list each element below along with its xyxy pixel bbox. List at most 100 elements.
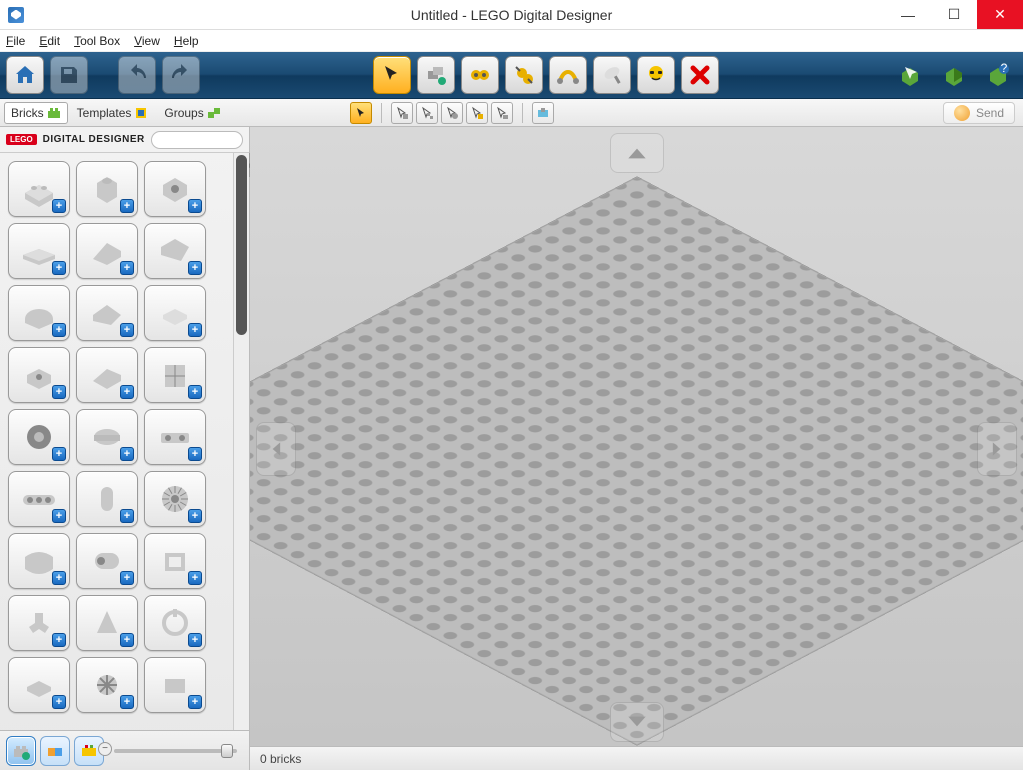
home-button[interactable] xyxy=(6,56,44,94)
slider-knob[interactable] xyxy=(221,744,233,758)
brick-category-minifig-parts[interactable]: + xyxy=(8,595,70,651)
template-icon xyxy=(134,106,148,120)
save-button[interactable] xyxy=(50,56,88,94)
zoom-out-icon[interactable]: − xyxy=(98,742,112,756)
clone-tool-button[interactable] xyxy=(417,56,455,94)
brick-category-wedges[interactable]: + xyxy=(76,285,138,341)
expand-icon: + xyxy=(52,447,66,461)
expand-icon: + xyxy=(188,261,202,275)
palette-tab-templates[interactable]: Templates xyxy=(70,102,156,124)
brick-category-axles[interactable]: + xyxy=(76,595,138,651)
expand-icon: + xyxy=(188,695,202,709)
window-minimize-button[interactable]: — xyxy=(885,0,931,29)
palette-zoom-slider[interactable]: − xyxy=(114,749,237,753)
menu-view[interactable]: View xyxy=(134,34,160,48)
expand-icon: + xyxy=(120,571,134,585)
menu-edit[interactable]: Edit xyxy=(39,34,60,48)
hide-tool-button[interactable] xyxy=(637,56,675,94)
brick-icon xyxy=(47,106,61,120)
brick-category-tiles[interactable]: + xyxy=(144,285,206,341)
redo-button[interactable] xyxy=(162,56,200,94)
subtool-select-shape[interactable] xyxy=(491,102,513,124)
divider xyxy=(522,103,523,123)
brick-category-grid: +++++++++++++++++++++++++++ xyxy=(0,153,249,721)
baseplate[interactable] xyxy=(250,177,1023,747)
brick-category-arches[interactable]: + xyxy=(8,285,70,341)
menu-bar: File Edit Tool Box View Help xyxy=(0,30,1023,52)
palette-scrollbar[interactable] xyxy=(233,153,249,730)
subtool-pointer[interactable] xyxy=(350,102,372,124)
brick-category-clips[interactable]: + xyxy=(76,347,138,403)
subtool-select-multi[interactable] xyxy=(416,102,438,124)
send-button[interactable]: Send xyxy=(943,102,1015,124)
expand-icon: + xyxy=(188,571,202,585)
expand-icon: + xyxy=(52,509,66,523)
expand-icon: + xyxy=(120,509,134,523)
brick-category-hinges[interactable]: + xyxy=(8,347,70,403)
brick-category-windows[interactable]: + xyxy=(144,533,206,589)
undo-button[interactable] xyxy=(118,56,156,94)
palette-tab-bricks[interactable]: Bricks xyxy=(4,102,68,124)
subtool-select-color[interactable] xyxy=(466,102,488,124)
window-maximize-button[interactable]: ☐ xyxy=(931,0,977,29)
expand-icon: + xyxy=(52,571,66,585)
palette-tab-groups[interactable]: Groups xyxy=(157,102,227,124)
window-titlebar: Untitled - LEGO Digital Designer — ☐ ✕ xyxy=(0,0,1023,30)
brick-category-bricks-technic-holes[interactable]: + xyxy=(144,161,206,217)
expand-icon: + xyxy=(120,447,134,461)
brick-category-bricks-basic[interactable]: + xyxy=(8,161,70,217)
send-label: Send xyxy=(976,106,1004,120)
brick-category-slopes[interactable]: + xyxy=(76,223,138,279)
brick-category-decorative[interactable]: + xyxy=(144,595,206,651)
expand-icon: + xyxy=(120,261,134,275)
palette-filter-bricks[interactable] xyxy=(6,736,36,766)
mode-guide-button[interactable]: ? xyxy=(979,56,1017,94)
subtool-select-single[interactable] xyxy=(391,102,413,124)
build-viewport[interactable]: 0 bricks xyxy=(250,127,1023,770)
expand-icon: + xyxy=(52,323,66,337)
select-tool-button[interactable] xyxy=(373,56,411,94)
brick-category-bricks-round[interactable]: + xyxy=(76,161,138,217)
brick-category-wheels[interactable]: + xyxy=(8,409,70,465)
palette-search-input[interactable] xyxy=(151,131,243,149)
orbit-right-button[interactable] xyxy=(977,422,1017,476)
brick-category-plates-basic[interactable]: + xyxy=(8,223,70,279)
expand-icon: + xyxy=(120,199,134,213)
brick-category-misc-2[interactable]: + xyxy=(76,657,138,713)
menu-help[interactable]: Help xyxy=(174,34,199,48)
expand-icon: + xyxy=(120,323,134,337)
menu-file[interactable]: File xyxy=(6,34,25,48)
app-icon xyxy=(8,7,24,23)
paint-tool-button[interactable] xyxy=(593,56,631,94)
brick-category-panels-doors[interactable]: + xyxy=(144,347,206,403)
orbit-up-button[interactable] xyxy=(610,133,664,173)
brick-category-technic-pins[interactable]: + xyxy=(76,471,138,527)
brick-category-misc-1[interactable]: + xyxy=(8,657,70,713)
subtool-select-connected[interactable] xyxy=(441,102,463,124)
orbit-left-button[interactable] xyxy=(256,422,296,476)
main-toolbar: ? xyxy=(0,52,1023,99)
hinge-align-tool-button[interactable] xyxy=(505,56,543,94)
menu-toolbox[interactable]: Tool Box xyxy=(74,34,120,48)
brick-category-gears[interactable]: + xyxy=(144,471,206,527)
brick-category-cylinders[interactable]: + xyxy=(76,409,138,465)
mode-view-button[interactable] xyxy=(935,56,973,94)
expand-icon: + xyxy=(52,633,66,647)
brick-category-technic-beams[interactable]: + xyxy=(8,471,70,527)
scrollbar-thumb[interactable] xyxy=(236,155,247,335)
brick-category-tubes[interactable]: + xyxy=(76,533,138,589)
brick-category-curved[interactable]: + xyxy=(8,533,70,589)
orbit-down-button[interactable] xyxy=(610,702,664,742)
window-close-button[interactable]: ✕ xyxy=(977,0,1023,29)
brick-category-misc-3[interactable]: + xyxy=(144,657,206,713)
flex-tool-button[interactable] xyxy=(549,56,587,94)
mode-build-button[interactable] xyxy=(891,56,929,94)
brick-category-technic-connectors[interactable]: + xyxy=(144,409,206,465)
subtool-invert-selection[interactable] xyxy=(532,102,554,124)
palette-filter-color[interactable] xyxy=(40,736,70,766)
expand-icon: + xyxy=(52,385,66,399)
hinge-tool-button[interactable] xyxy=(461,56,499,94)
delete-tool-button[interactable] xyxy=(681,56,719,94)
brick-count-label: 0 bricks xyxy=(260,752,301,766)
brick-category-slopes-inverted[interactable]: + xyxy=(144,223,206,279)
